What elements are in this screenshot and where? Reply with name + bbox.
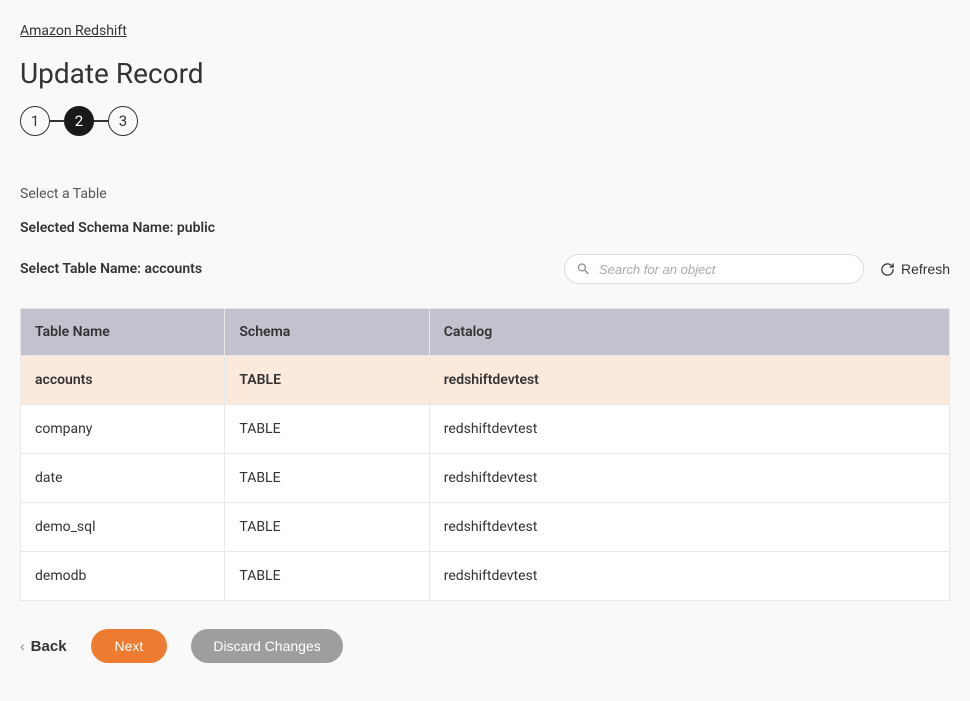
- cell-catalog: redshiftdevtest: [429, 454, 949, 503]
- cell-catalog: redshiftdevtest: [429, 552, 949, 601]
- cell-catalog: redshiftdevtest: [429, 405, 949, 454]
- table-row[interactable]: demodbTABLEredshiftdevtest: [21, 552, 950, 601]
- refresh-icon: [880, 262, 895, 277]
- select-table-name-line: Select Table Name: accounts: [20, 261, 202, 277]
- page-title: Update Record: [20, 57, 950, 90]
- cell-table-name: company: [21, 405, 225, 454]
- cell-schema: TABLE: [225, 405, 429, 454]
- step-2[interactable]: 2: [64, 106, 94, 136]
- table-row[interactable]: accountsTABLEredshiftdevtest: [21, 356, 950, 405]
- step-connector: [94, 120, 108, 122]
- header-catalog: Catalog: [429, 309, 949, 356]
- stepper: 1 2 3: [20, 106, 950, 136]
- cell-table-name: demo_sql: [21, 503, 225, 552]
- breadcrumb-link[interactable]: Amazon Redshift: [20, 23, 127, 39]
- chevron-left-icon: ‹: [20, 638, 25, 654]
- next-button[interactable]: Next: [91, 629, 168, 663]
- search-icon: [576, 262, 591, 277]
- cell-schema: TABLE: [225, 503, 429, 552]
- table-row[interactable]: companyTABLEredshiftdevtest: [21, 405, 950, 454]
- step-connector: [50, 120, 64, 122]
- cell-catalog: redshiftdevtest: [429, 356, 949, 405]
- cell-table-name: demodb: [21, 552, 225, 601]
- cell-schema: TABLE: [225, 552, 429, 601]
- cell-schema: TABLE: [225, 454, 429, 503]
- footer-actions: ‹ Back Next Discard Changes: [20, 629, 950, 663]
- cell-table-name: accounts: [21, 356, 225, 405]
- refresh-label: Refresh: [901, 261, 950, 277]
- step-1[interactable]: 1: [20, 106, 50, 136]
- header-schema: Schema: [225, 309, 429, 356]
- table-row[interactable]: demo_sqlTABLEredshiftdevtest: [21, 503, 950, 552]
- back-button[interactable]: ‹ Back: [20, 638, 67, 655]
- discard-button[interactable]: Discard Changes: [191, 629, 342, 663]
- cell-table-name: date: [21, 454, 225, 503]
- selected-schema-line: Selected Schema Name: public: [20, 220, 950, 236]
- search-wrapper: [564, 254, 864, 284]
- tables-table: Table Name Schema Catalog accountsTABLEr…: [20, 308, 950, 601]
- table-row[interactable]: dateTABLEredshiftdevtest: [21, 454, 950, 503]
- cell-catalog: redshiftdevtest: [429, 503, 949, 552]
- refresh-button[interactable]: Refresh: [880, 261, 950, 277]
- header-table-name: Table Name: [21, 309, 225, 356]
- select-table-label: Select a Table: [20, 186, 950, 202]
- step-3[interactable]: 3: [108, 106, 138, 136]
- search-input[interactable]: [564, 254, 864, 284]
- cell-schema: TABLE: [225, 356, 429, 405]
- back-label: Back: [31, 638, 67, 655]
